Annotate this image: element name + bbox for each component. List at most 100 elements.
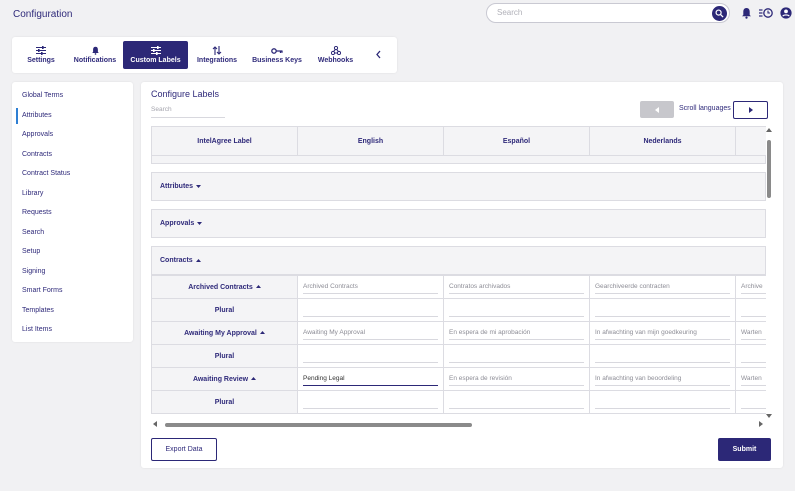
sidebar-item-contracts[interactable]: Contracts (12, 145, 133, 165)
sidebar-item-search[interactable]: Search (12, 223, 133, 243)
label-input-cell[interactable]: En espera de revisión (443, 367, 590, 391)
sidebar-item-attributes[interactable]: Attributes (12, 106, 133, 126)
table-vertical-scrollbar[interactable] (765, 126, 773, 418)
label-input-cell[interactable]: Archive (735, 275, 766, 299)
tab-business-keys[interactable]: Business Keys (246, 41, 308, 69)
tab-settings[interactable]: Settings (15, 41, 67, 69)
tab-webhooks[interactable]: Webhooks (308, 41, 363, 69)
label-input-espanol[interactable]: En espera de revisión (449, 375, 584, 386)
sidebar-item-smart-forms[interactable]: Smart Forms (12, 281, 133, 301)
label-input-espanol[interactable]: En espera de mi aprobación (449, 329, 584, 340)
sidebar-item-list-items[interactable]: List Items (12, 320, 133, 340)
submit-button[interactable]: Submit (718, 438, 771, 461)
label-input-cell[interactable]: Gearchiveerde contracten (589, 275, 736, 299)
sidebar-item-signing[interactable]: Signing (12, 262, 133, 282)
scroll-languages-label: Scroll languages (679, 105, 731, 112)
sidebar-item-contract-status[interactable]: Contract Status (12, 164, 133, 184)
plural-input-espanol[interactable] (449, 352, 584, 363)
section-attributes[interactable]: Attributes (151, 172, 766, 201)
label-input-nederlands[interactable]: In afwachting van mijn goedkeuring (595, 329, 730, 340)
label-input-cell[interactable]: Pending Legal (297, 367, 444, 391)
label-input-cell[interactable] (297, 298, 444, 322)
column-header-overflow (735, 126, 766, 156)
plural-input-overflow[interactable] (741, 398, 766, 409)
section-contracts[interactable]: Contracts (151, 246, 766, 275)
label-input-cell[interactable] (443, 390, 590, 414)
label-input-cell[interactable] (589, 390, 736, 414)
export-data-button[interactable]: Export Data (151, 438, 217, 461)
tabs-scroll-left-button[interactable] (363, 41, 393, 69)
scroll-languages-prev-button[interactable] (640, 101, 674, 118)
row-label[interactable]: Awaiting My Approval (151, 321, 298, 345)
label-input-english[interactable]: Pending Legal (303, 375, 438, 386)
row-label: Plural (151, 298, 298, 322)
label-input-english[interactable]: Awaiting My Approval (303, 329, 438, 340)
section-label: Approvals (160, 220, 195, 227)
label-input-cell[interactable]: En espera de mi aprobación (443, 321, 590, 345)
global-search[interactable] (486, 3, 730, 23)
sidebar-item-approvals[interactable]: Approvals (12, 125, 133, 145)
scroll-down-arrow-icon[interactable] (766, 414, 772, 418)
label-input-cell[interactable] (443, 344, 590, 368)
search-icon[interactable] (712, 6, 727, 21)
label-input-cell[interactable]: Warten (735, 367, 766, 391)
label-input-nederlands[interactable]: Gearchiveerde contracten (595, 283, 730, 294)
scroll-languages-next-button[interactable] (733, 101, 768, 119)
label-input-cell[interactable] (735, 298, 766, 322)
label-input-cell[interactable]: In afwachting van beoordeling (589, 367, 736, 391)
sidebar-item-templates[interactable]: Templates (12, 301, 133, 321)
plural-input-espanol[interactable] (449, 398, 584, 409)
label-input-overflow[interactable]: Warten (741, 375, 766, 386)
plural-input-english[interactable] (303, 352, 438, 363)
label-input-overflow[interactable]: Archive (741, 283, 766, 294)
sidebar-item-global-terms[interactable]: Global Terms (12, 86, 133, 106)
tab-integrations[interactable]: Integrations (188, 41, 246, 69)
label-input-cell[interactable]: In afwachting van mijn goedkeuring (589, 321, 736, 345)
label-input-cell[interactable] (589, 298, 736, 322)
user-account-icon[interactable] (780, 7, 792, 19)
plural-input-overflow[interactable] (741, 306, 766, 317)
sidebar-item-setup[interactable]: Setup (12, 242, 133, 262)
search-input[interactable] (497, 8, 697, 17)
plural-input-nederlands[interactable] (595, 352, 730, 363)
plural-input-english[interactable] (303, 306, 438, 317)
history-icon[interactable] (759, 7, 773, 19)
row-label[interactable]: Archived Contracts (151, 275, 298, 299)
vertical-scroll-thumb[interactable] (767, 140, 771, 198)
label-input-nederlands[interactable]: In afwachting van beoordeling (595, 375, 730, 386)
label-input-cell[interactable] (735, 344, 766, 368)
tab-label: Notifications (73, 57, 117, 64)
label-input-cell[interactable]: Archived Contracts (297, 275, 444, 299)
label-input-cell[interactable] (589, 344, 736, 368)
label-input-cell[interactable] (443, 298, 590, 322)
panel-title: Configure Labels (151, 89, 220, 99)
label-input-cell[interactable] (735, 390, 766, 414)
label-input-overflow[interactable]: Warten (741, 329, 766, 340)
label-input-cell[interactable] (297, 390, 444, 414)
tab-custom-labels[interactable]: Custom Labels (123, 41, 188, 69)
label-input-english[interactable]: Archived Contracts (303, 283, 438, 294)
label-input-cell[interactable]: Warten (735, 321, 766, 345)
table-row: Awaiting My Approval Awaiting My Approva… (151, 321, 766, 345)
plural-input-espanol[interactable] (449, 306, 584, 317)
table-horizontal-scrollbar[interactable] (151, 420, 766, 428)
sidebar-item-requests[interactable]: Requests (12, 203, 133, 223)
plural-input-nederlands[interactable] (595, 306, 730, 317)
label-input-cell[interactable] (297, 344, 444, 368)
row-label[interactable]: Awaiting Review (151, 367, 298, 391)
label-search-input[interactable] (151, 106, 225, 113)
bell-icon[interactable] (740, 7, 752, 19)
label-input-cell[interactable]: Awaiting My Approval (297, 321, 444, 345)
horizontal-scroll-thumb[interactable] (165, 423, 472, 427)
section-approvals[interactable]: Approvals (151, 209, 766, 238)
scroll-left-arrow-icon[interactable] (153, 421, 157, 427)
sidebar-item-library[interactable]: Library (12, 184, 133, 204)
plural-input-nederlands[interactable] (595, 398, 730, 409)
scroll-up-arrow-icon[interactable] (766, 128, 772, 132)
label-input-cell[interactable]: Contratos archivados (443, 275, 590, 299)
plural-input-overflow[interactable] (741, 352, 766, 363)
plural-input-english[interactable] (303, 398, 438, 409)
label-input-espanol[interactable]: Contratos archivados (449, 283, 584, 294)
scroll-right-arrow-icon[interactable] (759, 421, 763, 427)
tab-notifications[interactable]: Notifications (67, 41, 123, 69)
